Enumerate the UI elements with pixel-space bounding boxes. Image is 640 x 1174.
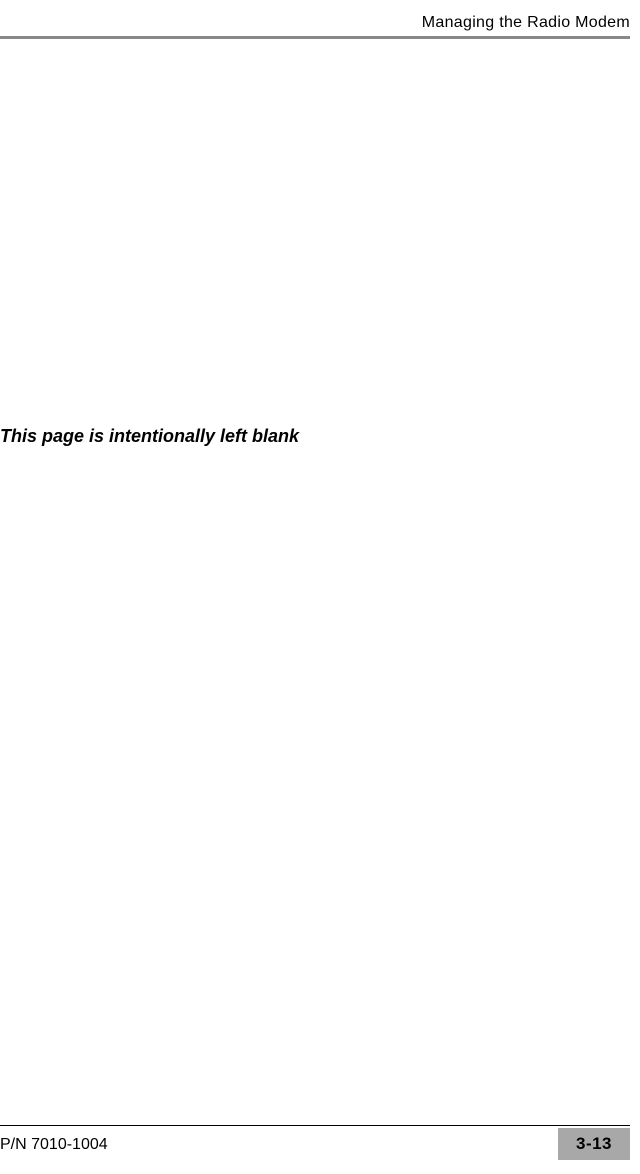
section-title: Managing the Radio Modem [422,14,630,32]
page-number: 3-13 [576,1134,612,1154]
page-number-box: 3-13 [558,1128,630,1160]
header-divider [0,36,630,39]
footer-divider [0,1125,630,1126]
blank-page-message: This page is intentionally left blank [0,426,299,447]
part-number: P/N 7010-1004 [0,1136,108,1154]
